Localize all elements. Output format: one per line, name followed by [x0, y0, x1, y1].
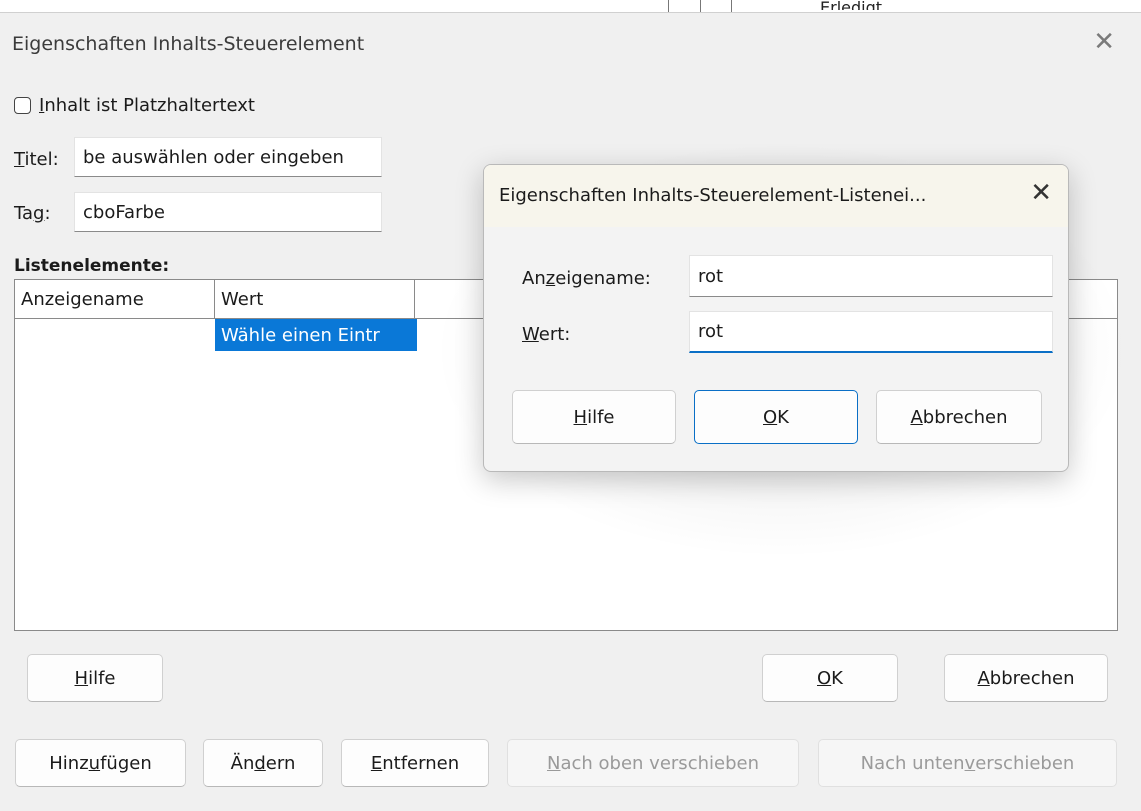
tag-input[interactable]: cboFarbe	[74, 192, 382, 232]
cancel-button[interactable]: Abbrechen	[944, 654, 1108, 702]
dialog-title: Eigenschaften Inhalts-Steuerelement	[12, 33, 365, 55]
change-button[interactable]: Än d ern	[203, 739, 323, 787]
placeholder-checkbox[interactable]	[14, 97, 31, 114]
title-label: Titel:	[14, 149, 59, 170]
ok-button[interactable]: OK	[694, 390, 858, 444]
background-divider	[731, 0, 732, 12]
display-name-input[interactable]: rot	[689, 255, 1053, 297]
cancel-button[interactable]: Abbrechen	[876, 390, 1042, 444]
list-items-label: Listenelemente:	[14, 256, 170, 276]
background-window-strip: Erledigt	[0, 0, 1141, 13]
background-text: Erledigt	[820, 0, 883, 10]
tag-label: Tag:	[14, 203, 51, 224]
list-item-properties-dialog: Eigenschaften Inhalts-Steuerelement-List…	[483, 164, 1069, 472]
placeholder-checkbox-label: Inhalt ist Platzhaltertext	[39, 95, 255, 116]
close-icon[interactable]: ✕	[1093, 29, 1115, 55]
move-down-button[interactable]: Nach unten v erschieben	[818, 739, 1117, 787]
background-divider	[668, 0, 669, 12]
table-row[interactable]: Wähle einen Eintr	[15, 319, 417, 351]
sub-dialog-title: Eigenschaften Inhalts-Steuerelement-List…	[499, 185, 927, 206]
value-input[interactable]: rot	[689, 311, 1053, 353]
help-button[interactable]: Hilfe	[27, 654, 163, 702]
help-button[interactable]: Hilfe	[512, 390, 676, 444]
close-icon[interactable]: ✕	[1030, 180, 1052, 206]
background-divider	[700, 0, 701, 12]
column-header-value[interactable]: Wert	[215, 280, 415, 318]
add-button[interactable]: Hinz u fügen	[15, 739, 186, 787]
remove-button[interactable]: Entfernen	[341, 739, 489, 787]
ok-button[interactable]: OK	[762, 654, 898, 702]
value-label: Wert:	[522, 324, 571, 345]
sub-dialog-title-bar: Eigenschaften Inhalts-Steuerelement-List…	[484, 165, 1068, 227]
move-up-button[interactable]: Nach oben verschieben	[507, 739, 799, 787]
title-input[interactable]: be auswählen oder eingeben	[74, 137, 382, 177]
placeholder-checkbox-row[interactable]: Inhalt ist Platzhaltertext	[14, 95, 255, 116]
column-header-display-name[interactable]: Anzeigename	[15, 280, 215, 318]
display-name-label: Anzeigename:	[522, 268, 651, 289]
table-cell-value: Wähle einen Eintr	[215, 319, 417, 351]
table-cell-display-name	[15, 319, 215, 351]
